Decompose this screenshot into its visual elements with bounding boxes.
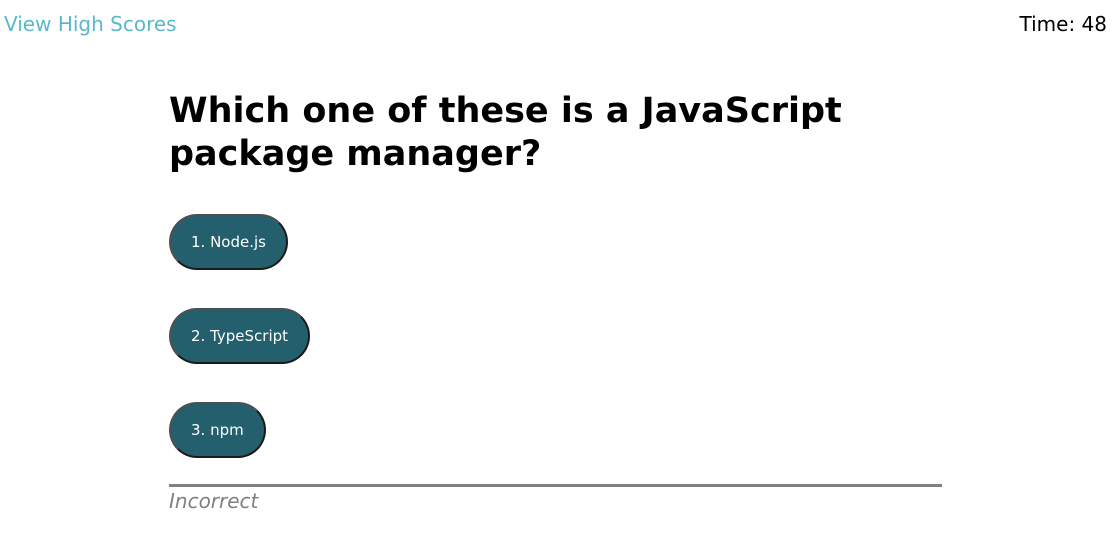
feedback-divider bbox=[169, 484, 942, 487]
answer-choices: 1. Node.js 2. TypeScript 3. npm bbox=[169, 214, 942, 458]
quiz-page: View High Scores Time: 48 Which one of t… bbox=[0, 0, 1113, 560]
quiz-card: Which one of these is a JavaScript packa… bbox=[169, 90, 942, 513]
view-high-scores-link[interactable]: View High Scores bbox=[4, 12, 177, 36]
answer-choice-1-button[interactable]: 1. Node.js bbox=[169, 214, 288, 270]
timer-label: Time: bbox=[1019, 12, 1082, 36]
timer-value: 48 bbox=[1081, 12, 1107, 36]
answer-choice-2-button[interactable]: 2. TypeScript bbox=[169, 308, 311, 364]
question-title: Which one of these is a JavaScript packa… bbox=[169, 91, 842, 174]
answer-choice-3-button[interactable]: 3. npm bbox=[169, 402, 266, 458]
answer-feedback: Incorrect bbox=[169, 489, 259, 513]
timer: Time: 48 bbox=[1020, 12, 1108, 36]
